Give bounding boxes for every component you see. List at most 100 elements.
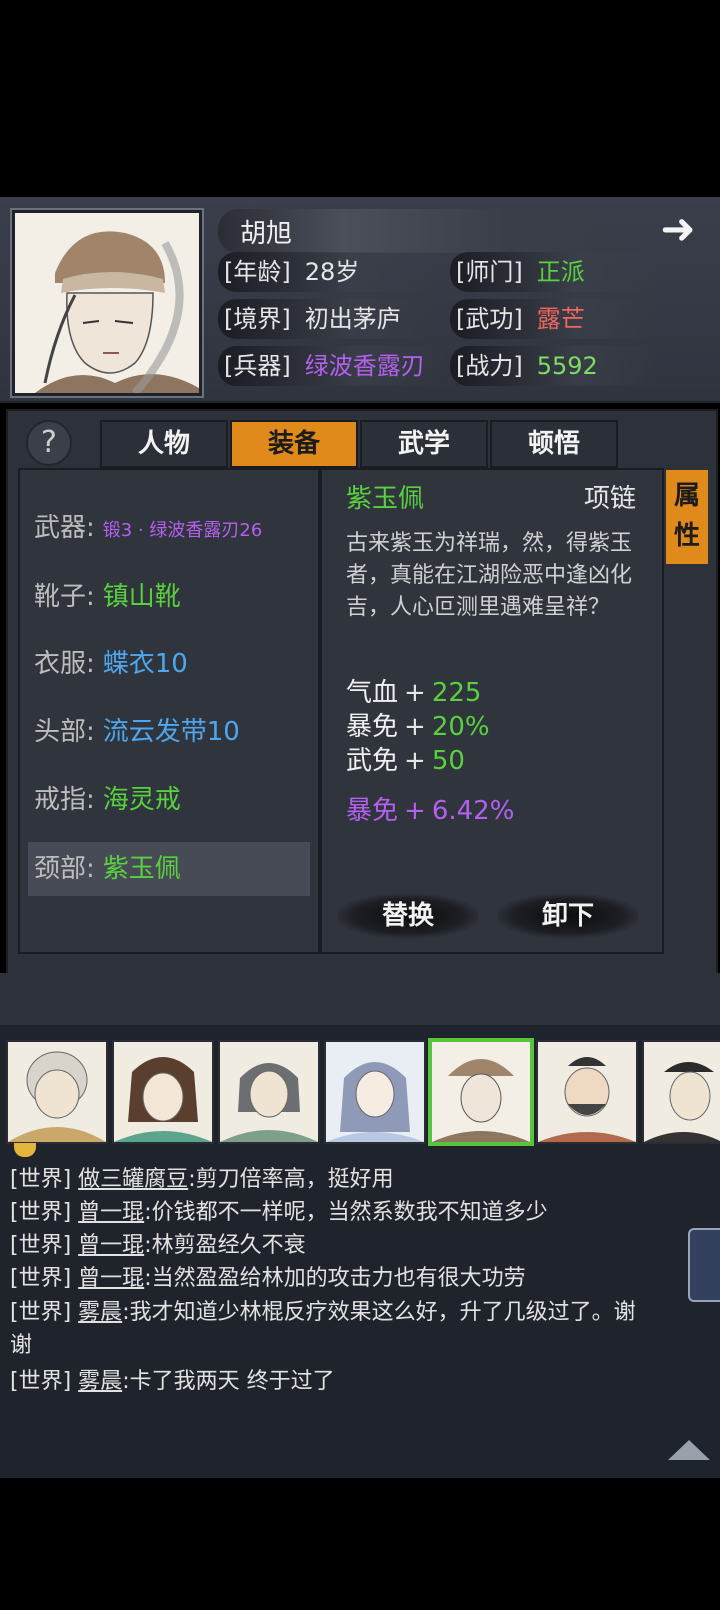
slot-value: 流云发带10	[102, 717, 240, 747]
slot-label: 戒指:	[34, 785, 95, 815]
slot-label: 衣服:	[34, 649, 95, 679]
chat-user[interactable]: 曾一琨	[78, 1233, 144, 1258]
question-icon[interactable]: ?	[26, 420, 72, 466]
party-member-portrait[interactable]	[218, 1040, 320, 1144]
attr-plus: +	[404, 678, 426, 708]
chat-user[interactable]: 雾晨	[78, 1369, 122, 1394]
party-member-portrait[interactable]	[536, 1040, 638, 1144]
slot-label: 武器:	[34, 513, 95, 543]
stat-sect: [师门] 正派	[456, 252, 585, 292]
party-member-portrait[interactable]	[642, 1040, 720, 1144]
book-icon[interactable]	[688, 1228, 720, 1302]
stat-value: 初出茅庐	[304, 305, 401, 333]
stat-realm: [境界] 初出茅庐	[224, 299, 401, 339]
chat-text: :我才知道少林棍反疗效果这么好，升了几级过了。谢	[122, 1300, 636, 1325]
slot-neck[interactable]: 颈部: 紫玉佩	[28, 842, 310, 896]
party-member-portrait[interactable]	[324, 1040, 426, 1144]
tab-equipment[interactable]: 装备	[230, 420, 358, 468]
attr-value: 225	[431, 678, 482, 708]
attr-key: 暴免	[346, 712, 399, 742]
chat-text: :当然盈盈给林加的攻击力也有很大功劳	[144, 1266, 526, 1291]
party-member-portrait[interactable]	[112, 1040, 214, 1144]
stat-key: [战力]	[456, 352, 523, 380]
chat-message: [世界] 雾晨:我才知道少林棍反疗效果这么好，升了几级过了。谢	[10, 1296, 636, 1330]
item-attribute: 气血 +225	[346, 672, 481, 709]
item-name: 紫玉佩	[346, 484, 425, 514]
chat-channel: [世界]	[10, 1266, 72, 1291]
stat-weapon: [兵器] 绿波香露刃	[224, 346, 425, 386]
stat-key: [兵器]	[224, 352, 291, 380]
character-header: 胡旭 ➜ [年龄] 28岁 [师门] 正派 [境界] 初出茅庐 [武功] 露芒 [兵器]…	[0, 197, 720, 403]
attr-plus: +	[404, 712, 426, 742]
chat-message-continued: 谢	[10, 1329, 32, 1363]
replace-button[interactable]: 替换	[338, 894, 478, 938]
character-name: 胡旭	[240, 219, 293, 249]
top-black-bar	[0, 0, 720, 197]
character-portrait	[12, 210, 202, 396]
party-member-portrait-selected[interactable]	[428, 1038, 534, 1146]
chat-text: :价钱都不一样呢，当然系数我不知道多少	[144, 1200, 548, 1225]
chat-text: :剪刀倍率高，挺好用	[188, 1167, 394, 1192]
panel-gap	[0, 973, 720, 1025]
chat-user[interactable]: 曾一琨	[78, 1266, 144, 1291]
bottom-black-bar	[0, 1478, 720, 1610]
attr-value: 6.42%	[431, 796, 515, 826]
slot-label: 靴子:	[34, 582, 95, 612]
attr-key: 武免	[346, 746, 399, 776]
item-attribute: 暴免 +20%	[346, 706, 490, 743]
slot-value: 紫玉佩	[102, 854, 181, 884]
attr-value: 20%	[431, 712, 490, 742]
stat-value: 露芒	[536, 305, 585, 333]
stat-value: 绿波香露刃	[304, 352, 425, 380]
stat-key: [师门]	[456, 258, 523, 286]
party-member-portrait[interactable]	[6, 1040, 108, 1144]
side-tab-char: 属	[673, 481, 700, 511]
stat-key: [年龄]	[224, 258, 291, 286]
slot-boots[interactable]: 靴子: 镇山靴	[28, 570, 310, 624]
item-description: 古来紫玉为祥瑞，然，得紫玉者，真能在江湖险恶中逢凶化吉，人心叵测里遇难呈祥？	[346, 531, 633, 620]
slot-label: 颈部:	[34, 854, 95, 884]
stat-key: [境界]	[224, 305, 291, 333]
slot-value: 镇山靴	[102, 582, 181, 612]
stat-key: [武功]	[456, 305, 523, 333]
chat-message: [世界] 做三罐腐豆:剪刀倍率高，挺好用	[10, 1163, 394, 1197]
attr-key: 暴免	[346, 796, 399, 826]
chat-message: [世界] 曾一琨:价钱都不一样呢，当然系数我不知道多少	[10, 1196, 548, 1230]
tab-enlightenment[interactable]: 顿悟	[490, 420, 618, 468]
attributes-side-tab[interactable]: 属 性	[666, 470, 708, 564]
chat-channel: [世界]	[10, 1369, 72, 1394]
slot-head[interactable]: 头部: 流云发带10	[28, 705, 310, 759]
party-portrait-strip	[0, 1038, 720, 1146]
stat-value: 28岁	[304, 258, 360, 286]
chat-channel: [世界]	[10, 1233, 72, 1258]
chat-text: :卡了我两天 终于过了	[122, 1369, 335, 1394]
tab-character[interactable]: 人物	[100, 420, 228, 468]
attr-value: 50	[431, 746, 465, 776]
slot-value: 海灵戒	[102, 785, 181, 815]
chat-message: [世界] 雾晨:卡了我两天 终于过了	[10, 1365, 335, 1399]
slot-clothes[interactable]: 衣服: 蝶衣10	[28, 637, 310, 691]
item-special-attribute: 暴免 +6.42%	[346, 790, 514, 827]
stat-martial: [武功] 露芒	[456, 299, 585, 339]
attr-key: 气血	[346, 678, 399, 708]
chat-user[interactable]: 雾晨	[78, 1300, 122, 1325]
attr-plus: +	[404, 796, 426, 826]
stat-value: 5592	[536, 352, 598, 380]
chat-message: [世界] 曾一琨:林剪盈经久不衰	[10, 1229, 306, 1263]
triangle-up-icon[interactable]	[668, 1440, 710, 1460]
chat-channel: [世界]	[10, 1200, 72, 1225]
chat-user[interactable]: 曾一琨	[78, 1200, 144, 1225]
chat-user[interactable]: 做三罐腐豆	[78, 1167, 188, 1192]
unequip-button[interactable]: 卸下	[498, 894, 638, 938]
slot-weapon[interactable]: 武器: 锻3 · 绿波香露刃26	[28, 501, 310, 555]
item-type: 项链	[584, 484, 637, 514]
stat-value: 正派	[536, 258, 585, 286]
stat-power: [战力] 5592	[456, 346, 598, 386]
chat-channel: [世界]	[10, 1300, 72, 1325]
slot-ring[interactable]: 戒指: 海灵戒	[28, 773, 310, 827]
stat-age: [年龄] 28岁	[224, 252, 359, 292]
chat-channel: [世界]	[10, 1167, 72, 1192]
chat-text: :林剪盈经久不衰	[144, 1233, 306, 1258]
arrow-right-icon[interactable]: ➜	[646, 208, 710, 250]
tab-martial-arts[interactable]: 武学	[360, 420, 488, 468]
